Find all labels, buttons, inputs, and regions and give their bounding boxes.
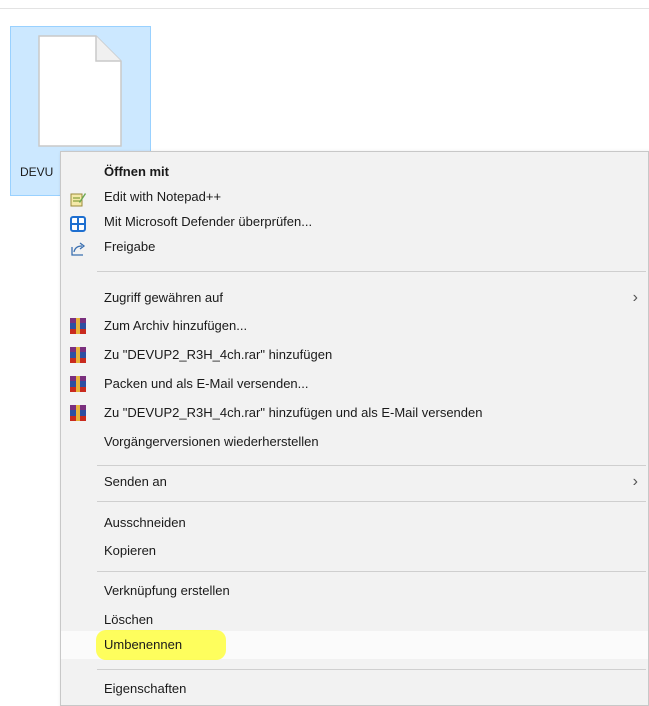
menu-separator: [97, 501, 646, 502]
toolbar-divider: [0, 8, 649, 9]
menu-item-label: Kopieren: [104, 543, 157, 558]
menu-item-send-to[interactable]: Senden an ›: [61, 468, 648, 496]
file-name-label: DEVU: [20, 165, 54, 179]
menu-item-create-shortcut[interactable]: Verknüpfung erstellen: [61, 577, 648, 605]
winrar-icon: [70, 405, 86, 421]
menu-item-open-with[interactable]: Öffnen mit: [61, 158, 648, 186]
menu-item-share[interactable]: Freigabe: [61, 233, 648, 261]
menu-item-label: Freigabe: [104, 239, 156, 254]
menu-item-label: Edit with Notepad++: [104, 189, 222, 204]
menu-separator: [97, 571, 646, 572]
menu-item-label: Verknüpfung erstellen: [104, 583, 230, 598]
menu-item-rename-label: Umbenennen: [104, 637, 183, 652]
winrar-icon: [70, 318, 86, 334]
context-menu: Öffnen mit Edit with Notepad++ Mit Micro…: [60, 151, 649, 706]
menu-separator: [97, 669, 646, 670]
menu-item-defender-scan[interactable]: Mit Microsoft Defender überprüfen...: [61, 208, 648, 236]
menu-item-label: Vorgängerversionen wiederherstellen: [104, 434, 319, 449]
menu-item-add-archive[interactable]: Zum Archiv hinzufügen...: [61, 312, 648, 340]
menu-item-edit-notepad[interactable]: Edit with Notepad++: [61, 183, 648, 211]
menu-item-label: Öffnen mit: [104, 164, 169, 179]
menu-separator: [97, 465, 646, 466]
menu-item-pack-email[interactable]: Packen und als E-Mail versenden...: [61, 370, 648, 398]
menu-item-restore-versions[interactable]: Vorgängerversionen wiederherstellen: [61, 428, 648, 456]
menu-item-label: Senden an: [104, 474, 167, 489]
notepad-plus-plus-icon: [70, 189, 86, 207]
winrar-icon: [70, 347, 86, 363]
chevron-right-icon: ›: [632, 289, 638, 306]
menu-item-cut[interactable]: Ausschneiden: [61, 509, 648, 537]
menu-item-label: Packen und als E-Mail versenden...: [104, 376, 309, 391]
menu-item-label: Zu "DEVUP2_R3H_4ch.rar" hinzufügen: [104, 347, 333, 362]
winrar-icon: [70, 376, 86, 392]
menu-item-add-rar[interactable]: Zu "DEVUP2_R3H_4ch.rar" hinzufügen: [61, 341, 648, 369]
share-icon: [70, 239, 86, 256]
chevron-right-icon: ›: [632, 473, 638, 490]
menu-item-label: Eigenschaften: [104, 681, 187, 696]
menu-item-copy[interactable]: Kopieren: [61, 537, 648, 565]
menu-item-label: Ausschneiden: [104, 515, 186, 530]
menu-item-add-rar-email[interactable]: Zu "DEVUP2_R3H_4ch.rar" hinzufügen und a…: [61, 399, 648, 427]
menu-item-properties[interactable]: Eigenschaften: [61, 675, 648, 703]
defender-shield-icon: [70, 214, 86, 232]
menu-item-give-access[interactable]: Zugriff gewähren auf ›: [61, 284, 648, 312]
menu-item-label: Zu "DEVUP2_R3H_4ch.rar" hinzufügen und a…: [104, 405, 483, 420]
menu-item-label: Mit Microsoft Defender überprüfen...: [104, 214, 313, 229]
menu-item-label: Zugriff gewähren auf: [104, 290, 223, 305]
file-icon: [38, 35, 122, 147]
menu-item-label: Zum Archiv hinzufügen...: [104, 318, 248, 333]
menu-separator: [97, 271, 646, 272]
